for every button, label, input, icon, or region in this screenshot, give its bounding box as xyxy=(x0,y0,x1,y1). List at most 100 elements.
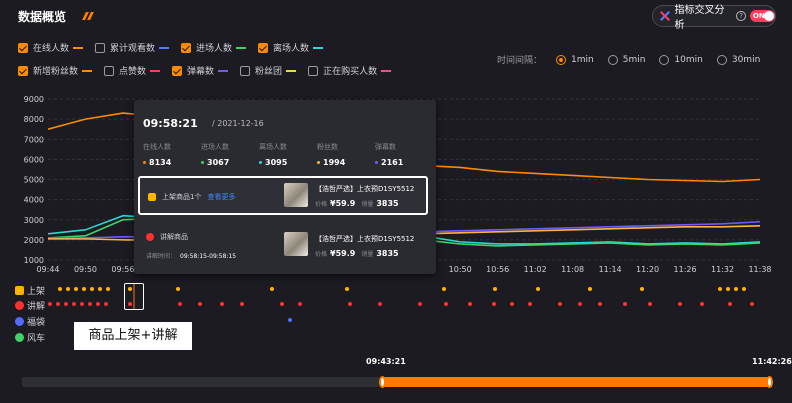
checkbox[interactable] xyxy=(18,65,28,76)
range-start-time: 09:43:21 xyxy=(366,357,406,366)
event-marker-1 xyxy=(700,302,704,306)
metric-option[interactable]: 新增粉丝数 xyxy=(18,64,93,77)
metric-label: 正在购买人数 xyxy=(323,67,378,77)
metric-option[interactable]: 点赞数 xyxy=(104,64,161,77)
help-icon[interactable]: ? xyxy=(736,11,746,21)
event-marker-1 xyxy=(558,302,562,306)
metric-checkbox-row-1: 在线人数 累计观看数 进场人数 离场人数 xyxy=(18,41,335,54)
metric-checkbox-row-2: 新增粉丝数 点赞数 弹幕数 粉丝团 正在购买人数 xyxy=(18,64,403,77)
time-range-slider[interactable] xyxy=(22,376,773,388)
range-handle-left[interactable] xyxy=(379,376,386,388)
cross-analysis-toggle[interactable]: ON xyxy=(749,10,775,22)
tooltip-metric-value: 3095 xyxy=(265,158,288,167)
checkbox[interactable] xyxy=(181,42,192,53)
event-marker-0 xyxy=(270,287,274,291)
cross-analysis-label: 指标交叉分析 xyxy=(674,5,725,31)
chart-tooltip: 09:58:21 / 2021-12-16 在线人数 8134 进场人数 3067 离场… xyxy=(134,100,436,274)
x-tick-label: 10:56 xyxy=(486,265,509,274)
metric-dot xyxy=(143,161,146,164)
metric-color-swatch xyxy=(218,69,229,72)
interval-option-label: 30min xyxy=(731,54,761,65)
tooltip-launch-card[interactable]: 上架商品1个 查看更多 【浩哲严选】上衣预D1SY5512 价格 ¥59.9 销量 3… xyxy=(138,176,428,215)
y-tick-label: 2000 xyxy=(24,236,44,245)
metric-option[interactable]: 粉丝团 xyxy=(240,64,297,77)
tooltip-date: / 2021-12-16 xyxy=(212,119,264,128)
y-tick-label: 6000 xyxy=(24,155,44,164)
radio[interactable] xyxy=(607,54,618,65)
interval-option-1min[interactable]: 1min xyxy=(556,54,594,65)
interval-option-30min[interactable]: 30min xyxy=(716,54,761,65)
event-marker-1 xyxy=(648,302,652,306)
tooltip-metric: 进场人数 3067 xyxy=(201,142,259,167)
page-title: 数据概览 xyxy=(18,10,67,24)
checkbox[interactable] xyxy=(308,65,319,76)
event-marker-0 xyxy=(176,287,180,291)
x-tick-label: 11:08 xyxy=(561,265,584,274)
range-end-time: 11:42:26 xyxy=(752,357,792,366)
event-marker-1 xyxy=(280,302,284,306)
tooltip-explain-card: 讲解商品 讲解时间： 09:58:15-09:58:15 【浩哲严选】上衣预D1S… xyxy=(138,220,428,268)
event-marker-1 xyxy=(104,302,108,306)
metric-label: 累计观看数 xyxy=(110,44,156,54)
checkbox[interactable] xyxy=(104,65,115,76)
event-marker-1 xyxy=(378,302,382,306)
tooltip-time: 09:58:21 xyxy=(143,117,198,130)
metric-option[interactable]: 正在购买人数 xyxy=(308,64,392,77)
product-title: 【浩哲严选】上衣预D1SY5512 xyxy=(315,185,415,193)
interval-option-5min[interactable]: 5min xyxy=(607,54,645,65)
checkbox[interactable] xyxy=(172,65,183,76)
metric-label: 点赞数 xyxy=(119,67,147,77)
cross-analysis-control[interactable]: 指标交叉分析 ? ON xyxy=(652,5,776,31)
metric-dot xyxy=(375,161,378,164)
metric-dot xyxy=(259,161,262,164)
event-row-explain: 讲解 xyxy=(15,299,45,312)
tooltip-metric: 弹幕数 2161 xyxy=(375,142,433,167)
time-range-selected[interactable] xyxy=(382,377,772,387)
event-marker-1 xyxy=(510,302,514,306)
radio[interactable] xyxy=(716,54,727,65)
tooltip-metric-value: 1994 xyxy=(323,158,346,167)
selected-event-marker[interactable] xyxy=(124,283,144,310)
event-marker-1 xyxy=(623,302,627,306)
event-marker-1 xyxy=(492,302,496,306)
tooltip-metrics: 在线人数 8134 进场人数 3067 离场人数 3095 粉丝数 1994 弹幕数 2161 xyxy=(143,142,433,167)
metric-option[interactable]: 累计观看数 xyxy=(95,41,170,54)
x-tick-label: 11:26 xyxy=(674,265,697,274)
metric-option[interactable]: 离场人数 xyxy=(258,41,324,54)
event-marker-1 xyxy=(64,302,68,306)
time-interval-selector: 时间间隔： 1min 5min 10min 30min xyxy=(497,53,760,66)
checkbox[interactable] xyxy=(258,42,269,53)
x-tick-label: 11:02 xyxy=(524,265,547,274)
view-more-link[interactable]: 查看更多 xyxy=(207,192,235,202)
range-handle-right[interactable] xyxy=(766,376,773,388)
event-marker-0 xyxy=(640,287,644,291)
event-marker-1 xyxy=(598,302,602,306)
metric-dot xyxy=(201,161,204,164)
event-marker-1 xyxy=(418,302,422,306)
event-row-luckybag-label: 福袋 xyxy=(27,318,46,328)
microphone-icon xyxy=(15,301,24,310)
metric-option[interactable]: 进场人数 xyxy=(181,41,247,54)
event-marker-0 xyxy=(66,287,70,291)
event-row-launch-label: 上架 xyxy=(27,287,46,297)
cart-icon xyxy=(15,286,24,295)
event-row-windmill: 风车 xyxy=(15,331,45,344)
checkbox[interactable] xyxy=(240,65,251,76)
x-tick-label: 10:50 xyxy=(449,265,472,274)
radio[interactable] xyxy=(556,54,567,65)
interval-option-label: 1min xyxy=(571,54,594,65)
checkbox[interactable] xyxy=(95,42,106,53)
interval-option-10min[interactable]: 10min xyxy=(659,54,703,65)
event-marker-1 xyxy=(750,302,754,306)
product-title: 【浩哲严选】上衣预D1SY5512 xyxy=(315,235,415,243)
launch-label: 上架商品1个 xyxy=(162,193,202,201)
x-tick-label: 09:56 xyxy=(111,265,134,274)
checkbox[interactable] xyxy=(18,42,28,53)
metric-label: 离场人数 xyxy=(273,44,310,54)
tooltip-metric-label: 粉丝数 xyxy=(317,143,338,151)
metric-option[interactable]: 在线人数 xyxy=(18,41,84,54)
annotation-callout: 商品上架+讲解 xyxy=(74,322,192,350)
y-tick-label: 3000 xyxy=(24,216,44,225)
metric-option[interactable]: 弹幕数 xyxy=(172,64,229,77)
radio[interactable] xyxy=(659,54,670,65)
